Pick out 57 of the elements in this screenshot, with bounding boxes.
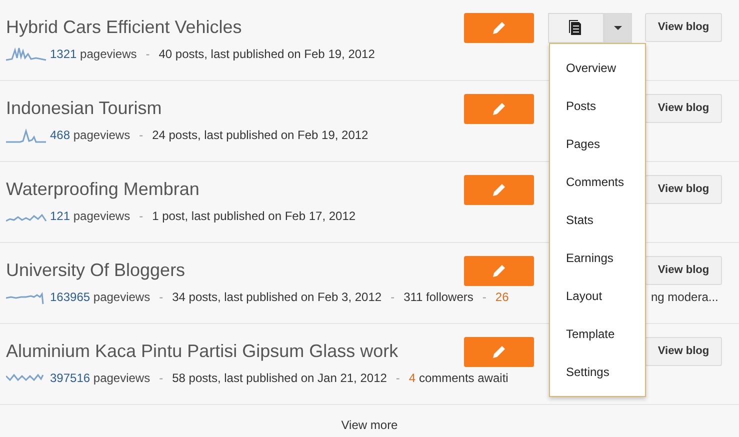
pencil-icon	[491, 182, 507, 198]
view-blog-button[interactable]: View blog	[645, 175, 722, 204]
pencil-icon	[491, 20, 507, 36]
sparkline	[6, 127, 48, 143]
pageviews-count: 468 pageviews	[50, 127, 130, 144]
edit-button[interactable]	[464, 337, 534, 367]
edit-button[interactable]	[464, 94, 534, 124]
view-blog-button[interactable]: View blog	[645, 13, 722, 42]
view-more-link[interactable]: View more	[341, 416, 398, 434]
stat-text: ng modera...	[651, 289, 718, 306]
menu-item[interactable]: Layout	[550, 277, 645, 315]
blog-title[interactable]: University Of Bloggers	[6, 260, 186, 280]
menu-item[interactable]: Earnings	[550, 239, 645, 277]
stat-text: 1 post, last published on Feb 17, 2012	[152, 208, 356, 225]
separator: -	[139, 208, 144, 225]
comments-awaiting[interactable]: 4 comments awaiti	[408, 369, 508, 387]
pageviews-count: 1321 pageviews	[50, 46, 137, 63]
stat-text: 34 posts, last published on Feb 3, 2012	[172, 289, 382, 306]
posts-button[interactable]	[548, 13, 604, 43]
separator: -	[159, 289, 164, 306]
menu-item[interactable]: Posts	[550, 87, 645, 125]
view-blog-button[interactable]: View blog	[645, 337, 722, 366]
menu-item[interactable]: Pages	[550, 125, 645, 163]
menu-item[interactable]: Comments	[550, 163, 645, 201]
blog-title[interactable]: Aluminium Kaca Pintu Partisi Gipsum Glass work	[6, 341, 398, 361]
separator: -	[390, 289, 395, 306]
pageviews-count: 163965 pageviews	[50, 289, 150, 306]
menu-item[interactable]: Template	[550, 315, 645, 353]
stat-text: 311 followers	[404, 289, 474, 306]
pageviews-count: 397516 pageviews	[50, 370, 150, 387]
separator: -	[146, 46, 150, 63]
separator: -	[482, 289, 486, 306]
stat-text: 58 posts, last published on Jan 21, 2012	[172, 370, 387, 387]
pencil-icon	[491, 101, 507, 117]
edit-button[interactable]	[464, 13, 534, 43]
stat-text: 24 posts, last published on Feb 19, 2012	[152, 127, 368, 144]
menu-item[interactable]: Settings	[550, 353, 645, 391]
edit-button[interactable]	[464, 256, 534, 286]
blog-title[interactable]: Hybrid Cars Efficient Vehicles	[6, 17, 242, 37]
document-icon	[569, 20, 583, 36]
blog-title[interactable]: Waterproofing Membran	[6, 179, 200, 199]
sparkline	[6, 46, 48, 62]
dropdown-button[interactable]	[604, 13, 632, 43]
menu-item[interactable]: Overview	[550, 49, 645, 87]
caret-icon	[614, 26, 622, 30]
view-blog-button[interactable]: View blog	[645, 256, 722, 285]
pageviews-count: 121 pageviews	[50, 208, 130, 225]
edit-button[interactable]	[464, 175, 534, 205]
menu-item[interactable]: Stats	[550, 201, 645, 239]
blog-title[interactable]: Indonesian Tourism	[6, 98, 162, 118]
separator: -	[139, 127, 144, 144]
pencil-icon	[491, 344, 507, 360]
stat-text: 40 posts, last published on Feb 19, 2012	[158, 46, 375, 63]
separator: -	[396, 370, 400, 387]
pencil-icon	[491, 263, 507, 279]
view-blog-button[interactable]: View blog	[645, 94, 722, 123]
separator: -	[159, 370, 164, 387]
